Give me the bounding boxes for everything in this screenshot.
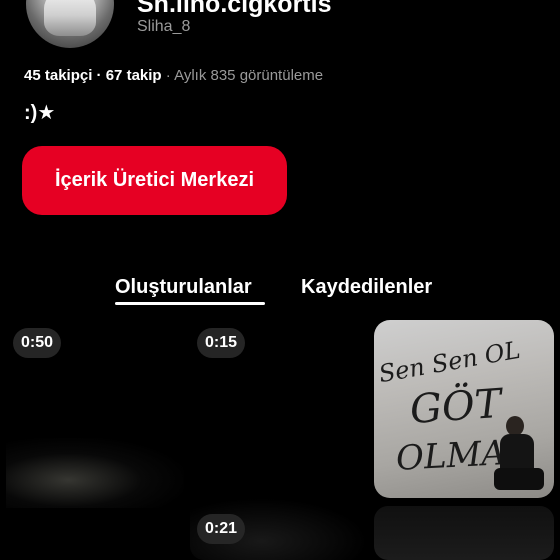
video-duration-badge: 0:50 bbox=[13, 328, 62, 358]
tab-created[interactable]: Oluşturulanlar bbox=[115, 276, 252, 299]
selected-tab-indicator bbox=[115, 302, 265, 305]
creator-hub-button[interactable]: İçerik Üretici Merkezi bbox=[22, 146, 287, 215]
profile-stats: 45 takipçi · 67 takip · Aylık 835 görünt… bbox=[24, 67, 323, 84]
video-duration-badge: 0:21 bbox=[197, 514, 246, 544]
sitting-person bbox=[494, 416, 546, 496]
person-head bbox=[506, 416, 524, 436]
pin-image-graffiti[interactable]: Sen Sen OL GÖT OLMA bbox=[374, 320, 554, 498]
person-legs bbox=[494, 468, 544, 490]
profile-username: Sliha_8 bbox=[137, 18, 191, 35]
stats-separator: · bbox=[92, 67, 106, 84]
graffiti-text-3: OLMA bbox=[395, 433, 507, 479]
graffiti-text-1: Sen Sen OL bbox=[376, 335, 523, 389]
followers-count[interactable]: 45 takipçi bbox=[24, 67, 92, 84]
profile-bio: :)★ bbox=[24, 102, 56, 124]
tab-saved[interactable]: Kaydedilenler bbox=[301, 276, 432, 299]
graffiti-text-2: GÖT bbox=[408, 380, 503, 434]
video-duration-badge: 0:15 bbox=[197, 328, 246, 358]
pin-thumbnail-city-lights bbox=[6, 438, 184, 508]
following-count[interactable]: 67 takip bbox=[106, 67, 162, 84]
pin-image-4[interactable] bbox=[374, 506, 554, 560]
monthly-views: · Aylık 835 görüntüleme bbox=[161, 67, 324, 84]
profile-avatar[interactable] bbox=[26, 0, 114, 48]
avatar-figure bbox=[44, 0, 96, 36]
profile-display-name: Sn.lıno.cıgkortis bbox=[137, 0, 332, 18]
